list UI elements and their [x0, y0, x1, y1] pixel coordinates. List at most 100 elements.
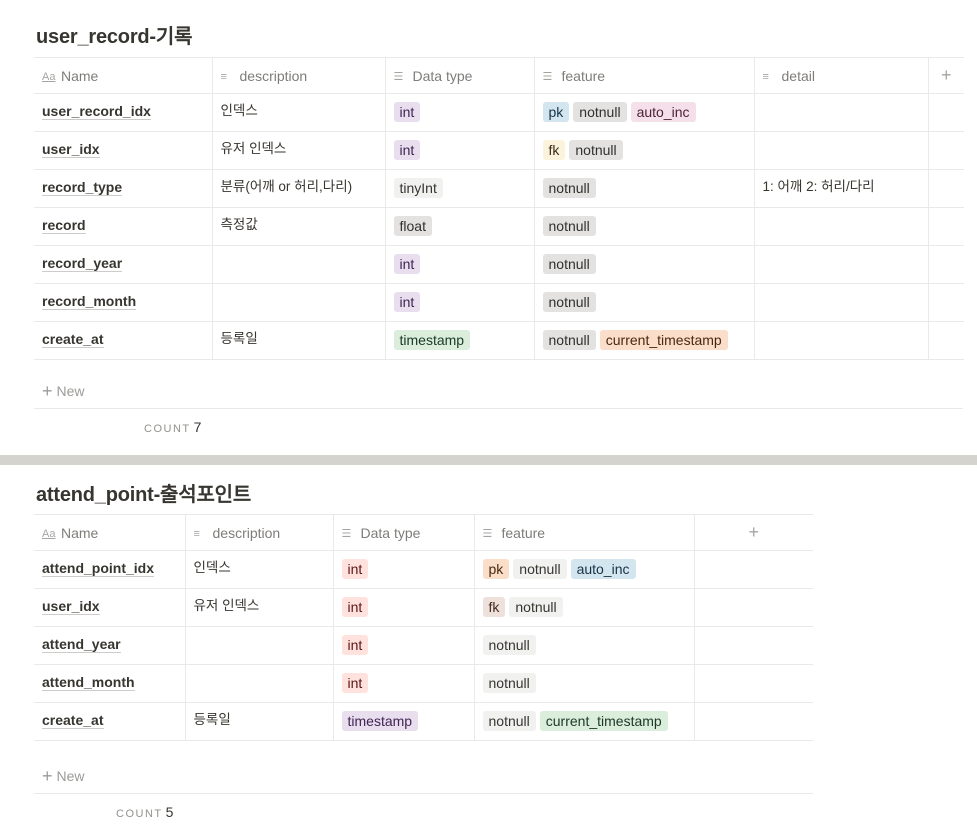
- tag-list: timestamp: [393, 329, 526, 352]
- description-cell[interactable]: 등록일: [184, 702, 334, 741]
- name-cell[interactable]: attend_point_idx: [34, 550, 186, 589]
- add-column-button[interactable]: +: [693, 514, 813, 551]
- name-cell[interactable]: user_idx: [34, 588, 186, 627]
- row-name[interactable]: record_year: [42, 255, 123, 272]
- description-cell[interactable]: [211, 245, 386, 284]
- row-name[interactable]: record_month: [42, 293, 137, 310]
- data-type-cell[interactable]: int: [332, 550, 475, 589]
- feature-cell[interactable]: pk notnull auto_inc: [473, 550, 695, 589]
- description-cell[interactable]: 유저 인덱스: [211, 131, 386, 170]
- table-row[interactable]: record_month int notnull: [34, 283, 964, 322]
- table-row[interactable]: record_type 분류(어깨 or 허리,다리) tinyInt notnull…: [34, 169, 964, 208]
- table-row[interactable]: attend_point_idx 인덱스 int pk notnull auto_inc: [34, 550, 813, 589]
- tag-tinyint: tinyInt: [393, 178, 443, 198]
- name-cell[interactable]: attend_year: [34, 626, 186, 665]
- new-row-button[interactable]: + New: [34, 373, 963, 409]
- detail-cell[interactable]: [753, 93, 929, 132]
- detail-cell[interactable]: [753, 283, 929, 322]
- detail-cell[interactable]: 1: 어깨 2: 허리/다리: [753, 169, 929, 208]
- name-cell[interactable]: create_at: [34, 702, 186, 741]
- feature-cell[interactable]: notnull: [473, 664, 695, 703]
- feature-cell[interactable]: notnull: [533, 283, 755, 322]
- feature-cell[interactable]: notnull: [533, 245, 755, 284]
- row-name[interactable]: create_at: [42, 331, 104, 348]
- tag-auto-inc: auto_inc: [630, 102, 696, 122]
- column-header-name[interactable]: Aa Name: [34, 57, 213, 94]
- data-type-cell[interactable]: tinyInt: [384, 169, 535, 208]
- column-header-description[interactable]: ≡ description: [211, 57, 386, 94]
- feature-cell[interactable]: pk notnull auto_inc: [533, 93, 755, 132]
- name-cell[interactable]: record_year: [34, 245, 213, 284]
- new-row-button[interactable]: + New: [34, 758, 813, 794]
- row-name[interactable]: create_at: [42, 712, 104, 729]
- title-icon: Aa: [42, 70, 56, 83]
- feature-cell[interactable]: notnull current_timestamp: [533, 321, 755, 360]
- column-header-detail[interactable]: ≡ detail: [753, 57, 929, 94]
- row-name[interactable]: attend_point_idx: [42, 560, 155, 577]
- column-header-name[interactable]: Aa Name: [34, 514, 186, 551]
- name-cell[interactable]: user_idx: [34, 131, 213, 170]
- database-title[interactable]: user_record-기록: [36, 20, 192, 49]
- data-type-cell[interactable]: timestamp: [384, 321, 535, 360]
- table-row[interactable]: create_at 등록일 timestamp notnull current_time…: [34, 321, 964, 360]
- data-type-cell[interactable]: float: [384, 207, 535, 246]
- detail-cell[interactable]: [753, 321, 929, 360]
- name-cell[interactable]: record_type: [34, 169, 213, 208]
- count-summary[interactable]: COUNT 7: [144, 419, 201, 435]
- data-type-cell[interactable]: int: [332, 664, 475, 703]
- row-name[interactable]: user_record_idx: [42, 103, 151, 120]
- feature-cell[interactable]: fk notnull: [473, 588, 695, 627]
- data-type-cell[interactable]: int: [332, 588, 475, 627]
- table-row[interactable]: user_idx 유저 인덱스 int fk notnull: [34, 588, 813, 627]
- data-type-cell[interactable]: int: [384, 131, 535, 170]
- row-name[interactable]: record: [42, 217, 86, 234]
- row-name[interactable]: attend_year: [42, 636, 121, 653]
- column-header-description[interactable]: ≡ description: [184, 514, 334, 551]
- column-header-data-type[interactable]: ☰ Data type: [332, 514, 475, 551]
- row-name[interactable]: record_type: [42, 179, 123, 196]
- feature-cell[interactable]: notnull: [533, 207, 755, 246]
- count-summary[interactable]: COUNT 5: [116, 804, 173, 820]
- detail-cell[interactable]: [753, 131, 929, 170]
- row-name[interactable]: user_idx: [42, 598, 100, 615]
- detail-cell[interactable]: [753, 207, 929, 246]
- table-row[interactable]: record 측정값 float notnull: [34, 207, 964, 246]
- add-column-button[interactable]: +: [927, 57, 964, 94]
- row-name[interactable]: attend_month: [42, 674, 135, 691]
- name-cell[interactable]: user_record_idx: [34, 93, 213, 132]
- table-row[interactable]: user_record_idx 인덱스 int pk notnull auto_inc: [34, 93, 964, 132]
- feature-cell[interactable]: notnull: [473, 626, 695, 665]
- name-cell[interactable]: create_at: [34, 321, 213, 360]
- table-row[interactable]: user_idx 유저 인덱스 int fk notnull: [34, 131, 964, 170]
- description-cell[interactable]: [184, 626, 334, 665]
- description-cell[interactable]: 인덱스: [211, 93, 386, 132]
- name-cell[interactable]: record: [34, 207, 213, 246]
- description-cell[interactable]: [184, 664, 334, 703]
- feature-cell[interactable]: fk notnull: [533, 131, 755, 170]
- feature-cell[interactable]: notnull: [533, 169, 755, 208]
- table-row[interactable]: create_at 등록일 timestamp notnull current_time…: [34, 702, 813, 741]
- feature-cell[interactable]: notnull current_timestamp: [473, 702, 695, 741]
- column-header-feature[interactable]: ☰ feature: [473, 514, 695, 551]
- description-cell[interactable]: 인덱스: [184, 550, 334, 589]
- table-row[interactable]: record_year int notnull: [34, 245, 964, 284]
- detail-cell[interactable]: [753, 245, 929, 284]
- database-title[interactable]: attend_point-출석포인트: [36, 478, 251, 507]
- table-row[interactable]: attend_month int notnull: [34, 664, 813, 703]
- description-cell[interactable]: 유저 인덱스: [184, 588, 334, 627]
- name-cell[interactable]: record_month: [34, 283, 213, 322]
- column-header-data-type[interactable]: ☰ Data type: [384, 57, 535, 94]
- description-cell[interactable]: [211, 283, 386, 322]
- data-type-cell[interactable]: int: [384, 93, 535, 132]
- data-type-cell[interactable]: int: [384, 245, 535, 284]
- row-name[interactable]: user_idx: [42, 141, 100, 158]
- description-cell[interactable]: 측정값: [211, 207, 386, 246]
- data-type-cell[interactable]: timestamp: [332, 702, 475, 741]
- name-cell[interactable]: attend_month: [34, 664, 186, 703]
- description-cell[interactable]: 등록일: [211, 321, 386, 360]
- column-header-feature[interactable]: ☰ feature: [533, 57, 755, 94]
- data-type-cell[interactable]: int: [384, 283, 535, 322]
- table-row[interactable]: attend_year int notnull: [34, 626, 813, 665]
- data-type-cell[interactable]: int: [332, 626, 475, 665]
- description-cell[interactable]: 분류(어깨 or 허리,다리): [211, 169, 386, 208]
